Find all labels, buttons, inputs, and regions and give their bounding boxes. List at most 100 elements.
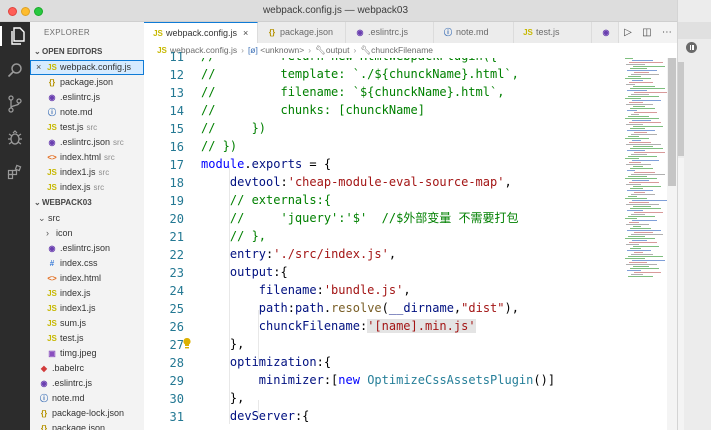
source-control-icon[interactable] [5,94,25,114]
open-editor-item[interactable]: ◉ .eslintrc.json src [30,135,144,150]
tab-webpack-config[interactable]: JS webpack.config.js × [144,22,258,43]
breadcrumb-item[interactable]: <unknown> [260,45,304,55]
code-line[interactable]: // template: `./${chunckName}.html`, [201,65,519,83]
code-line[interactable]: // }) [201,119,266,137]
tree-file[interactable]: ◆ .babelrc [30,361,144,376]
vertical-scrollbar[interactable] [667,58,677,430]
minimap-line [626,104,653,105]
tree-file[interactable]: # index.css [30,256,144,271]
code-line[interactable]: // }) [201,137,237,155]
explorer-title: EXPLORER [44,28,90,37]
open-editors-header[interactable]: ⌄OPEN EDITORS [30,44,144,60]
breadcrumb-item[interactable]: output [326,45,350,55]
line-number: 23 [169,266,184,280]
project-header[interactable]: ⌄WEBPACK03 [30,195,144,211]
minimap-line [634,172,655,173]
minimap[interactable] [621,58,667,430]
run-icon[interactable]: ▷ [624,27,632,38]
split-editor-icon[interactable]: ◫ [642,27,651,38]
folder-hint: src [98,168,110,177]
tab-eslintrc[interactable]: ◉ .eslintrc.js [346,22,434,43]
code-line[interactable]: // externals:{ [201,191,331,209]
tree-file[interactable]: ◉ .eslintrc.json [30,241,144,256]
debug-icon[interactable] [5,128,25,148]
code-line[interactable]: // 'jquery':'$' //$外部变量 不需要打包 [201,209,519,227]
code-line[interactable]: // chunks: [chunckName] [201,101,425,119]
code-line[interactable]: output:{ [201,263,288,281]
code-token: // }, [229,229,267,243]
code-token: exports [251,157,303,171]
tree-file[interactable]: ⓘ note.md [30,391,144,406]
line-number: 31 [169,410,184,424]
explorer-icon[interactable] [0,26,30,46]
code-line[interactable]: }, [201,389,244,407]
strip-scroll-thumb[interactable] [678,62,684,156]
code-line[interactable]: path:path.resolve(__dirname,"dist"), [201,299,519,317]
open-editor-item[interactable]: {} package.json [30,75,144,90]
close-icon[interactable]: × [243,28,248,38]
code-line[interactable]: filename:'bundle.js', [201,281,411,299]
tree-file[interactable]: JS test.js [30,331,144,346]
minimap-line [627,130,655,131]
code-token: // 'jquery':'$' //$外部变量 不需要打包 [229,211,519,225]
open-editor-item[interactable]: × JS webpack.config.js [30,60,144,75]
code-line[interactable]: // filename: `${chunckName}.html`, [201,83,504,101]
chevron-down-icon[interactable]: ⌄ [38,211,48,226]
breadcrumb-item[interactable]: chunckFilename [371,45,433,55]
minimap-line [626,164,651,165]
tree-file[interactable]: {} package.json [30,421,144,430]
minimap-line [633,86,655,87]
code-line[interactable]: devServer:{ [201,407,309,425]
code-line[interactable]: }, [201,335,244,353]
image-file-icon: ▣ [48,349,56,358]
tree-file[interactable]: <> index.html [30,271,144,286]
tree-file[interactable]: JS index1.js [30,301,144,316]
code-line[interactable]: optimization:{ [201,353,331,371]
open-editor-item[interactable]: JS index.js src [30,180,144,195]
code-line[interactable]: // return new HtmlWebpackPlugin({ [201,58,497,65]
lightbulb-icon[interactable] [182,337,192,349]
open-editor-item[interactable]: ◉ .eslintrc.js [30,90,144,105]
code-line[interactable]: minimizer:[new OptimizeCssAssetsPlugin()… [201,371,555,389]
tree-file[interactable]: {} package-lock.json [30,406,144,421]
tree-file[interactable]: JS sum.js [30,316,144,331]
tab-note-md[interactable]: ⓘ note.md [434,22,514,43]
scrollbar-thumb[interactable] [668,58,676,186]
open-editor-item[interactable]: <> index.html src [30,150,144,165]
code-token: optimization [229,355,317,369]
code-line[interactable]: chunckFilename:'[name].min.js' [201,317,476,335]
extensions-icon[interactable] [5,162,25,182]
chevron-right-icon[interactable]: › [46,226,56,241]
open-editor-item[interactable]: JS index1.js src [30,165,144,180]
search-icon[interactable] [5,60,25,80]
strip-scroll-track [678,158,684,430]
tab-package-json[interactable]: {} package.json [258,22,346,43]
pause-icon[interactable] [686,42,697,53]
close-icon[interactable]: × [36,60,46,75]
open-editor-item[interactable]: ⓘ note.md [30,105,144,120]
tree-folder[interactable]: ⌄ src [30,211,144,226]
tree-folder[interactable]: › icon [30,226,144,241]
json-file-icon: {} [40,409,48,418]
code-line[interactable]: entry:'./src/index.js', [201,245,396,263]
tree-file[interactable]: ◉ .eslintrc.js [30,376,144,391]
tree-file[interactable]: ▣ timg.jpeg [30,346,144,361]
tab-test-js[interactable]: JS test.js [514,22,592,43]
minimap-line [634,272,661,273]
tab-overflow[interactable]: ◉ [592,22,619,43]
code-line[interactable]: // }, [201,227,266,245]
code-token: : [287,301,295,315]
line-number: 17 [169,158,184,172]
more-actions-icon[interactable]: ⋯ [662,27,672,38]
code-token: new [338,373,360,387]
tree-file[interactable]: JS index.js [30,286,144,301]
code-token: . [323,301,332,315]
code-token: // }) [201,139,238,153]
code-editor[interactable]: // return new HtmlWebpackPlugin({// temp… [201,58,621,430]
code-line[interactable]: module.exports = { [201,155,331,173]
code-token: // }) [201,121,267,135]
open-editor-item[interactable]: JS test.js src [30,120,144,135]
strip-header [678,22,711,39]
code-line[interactable]: devtool:'cheap-module-eval-source-map', [201,173,512,191]
